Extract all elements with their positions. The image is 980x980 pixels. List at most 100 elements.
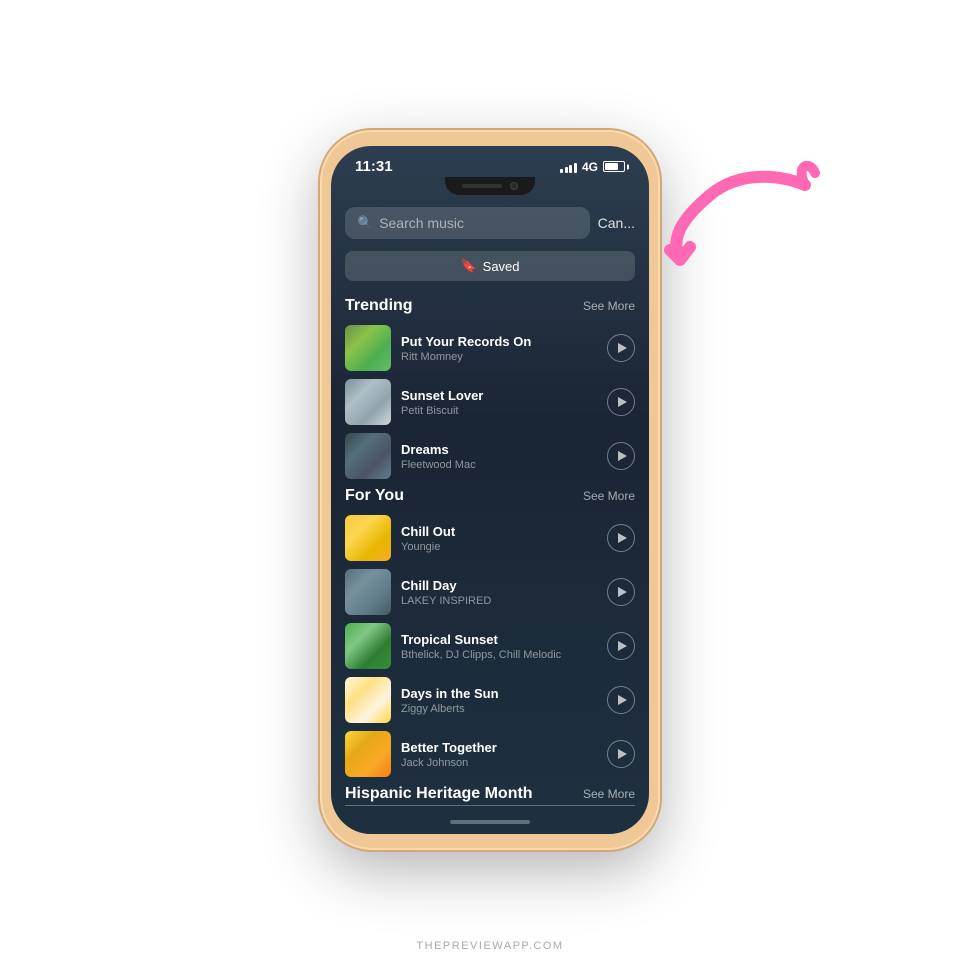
notch [445,177,535,195]
play-button-5[interactable] [607,578,635,606]
hispanic-heritage-title: Hispanic Heritage Month [345,785,533,803]
song-artwork-8 [345,731,391,777]
search-bar[interactable]: 🔍 Search music [345,207,590,239]
status-bar: 11:31 4G [331,146,649,181]
notch-area [331,177,649,195]
song-artwork-3 [345,433,391,479]
song-artist-1: Ritt Momney [401,351,597,363]
trending-title: Trending [345,297,413,315]
watermark: THEPREVIEWAPP.COM [416,940,563,952]
artwork-placeholder-5 [345,569,391,615]
notch-camera [510,182,518,190]
song-artwork-7 [345,677,391,723]
signal-bar-2 [565,167,568,173]
song-info-4: Chill Out Youngie [401,524,597,553]
hispanic-heritage-see-more[interactable]: See More [583,787,635,801]
song-title-1: Put Your Records On [401,334,597,349]
song-title-8: Better Together [401,740,597,755]
play-icon-2 [618,397,627,407]
song-title-7: Days in the Sun [401,686,597,701]
song-artist-fleetwood: Fleetwood Mac [401,459,597,471]
song-item[interactable]: Tropical Sunset Bthelick, DJ Clipps, Chi… [345,623,635,669]
artwork-placeholder-1 [345,325,391,371]
signal-bar-4 [574,163,577,173]
for-you-see-more[interactable]: See More [583,489,635,503]
status-time: 11:31 [355,158,393,175]
home-indicator [450,820,530,824]
trending-see-more[interactable]: See More [583,299,635,313]
song-info-2: Sunset Lover Petit Biscuit [401,388,597,417]
play-button-7[interactable] [607,686,635,714]
search-icon: 🔍 [357,215,373,231]
screen: 11:31 4G [331,146,649,834]
status-4g: 4G [582,160,598,174]
app-content: 🔍 Search music Can... 🔖 Saved Trendin [331,199,649,834]
song-info-6: Tropical Sunset Bthelick, DJ Clipps, Chi… [401,632,597,661]
song-artist-2: Petit Biscuit [401,405,597,417]
bookmark-icon: 🔖 [460,258,476,274]
song-info-8: Better Together Jack Johnson [401,740,597,769]
song-item[interactable]: Better Together Jack Johnson [345,731,635,777]
play-button-3[interactable] [607,442,635,470]
for-you-section-header: For You See More [345,487,635,505]
search-row: 🔍 Search music Can... [345,207,635,239]
song-item[interactable]: Put Your Records On Ritt Momney [345,325,635,371]
saved-button[interactable]: 🔖 Saved [345,251,635,281]
song-artist-6: Bthelick, DJ Clipps, Chill Melodic [401,649,597,661]
artwork-placeholder-8 [345,731,391,777]
song-title-dreams: Dreams [401,442,597,457]
song-title-5: Chill Day [401,578,597,593]
song-title-6: Tropical Sunset [401,632,597,647]
song-title-2: Sunset Lover [401,388,597,403]
song-artwork-2 [345,379,391,425]
scroll-content[interactable]: Trending See More Put Your Records On Ri… [331,289,649,814]
play-icon-1 [618,343,627,353]
artwork-placeholder-6 [345,623,391,669]
song-artist-8: Jack Johnson [401,757,597,769]
song-artist-7: Ziggy Alberts [401,703,597,715]
play-icon-8 [618,749,627,759]
song-item[interactable]: Dreams Fleetwood Mac [345,433,635,479]
signal-bar-3 [569,165,572,173]
saved-button-label: Saved [483,259,520,274]
play-button-4[interactable] [607,524,635,552]
song-artwork-5 [345,569,391,615]
song-artwork-6 [345,623,391,669]
song-item[interactable]: Sunset Lover Petit Biscuit [345,379,635,425]
song-info-7: Days in the Sun Ziggy Alberts [401,686,597,715]
song-artist-4: Youngie [401,541,597,553]
play-button-1[interactable] [607,334,635,362]
search-placeholder: Search music [379,215,464,231]
page-wrapper: 11:31 4G [0,0,980,980]
song-title-4: Chill Out [401,524,597,539]
song-item[interactable]: Chill Day LAKEY INSPIRED [345,569,635,615]
play-button-8[interactable] [607,740,635,768]
status-icons: 4G [560,160,625,174]
for-you-title: For You [345,487,404,505]
song-info-1: Put Your Records On Ritt Momney [401,334,597,363]
artwork-placeholder-4 [345,515,391,561]
bottom-indicator [331,814,649,834]
play-button-2[interactable] [607,388,635,416]
play-icon-5 [618,587,627,597]
song-artwork-4 [345,515,391,561]
cancel-button[interactable]: Can... [598,215,635,231]
trending-section-header: Trending See More [345,297,635,315]
play-button-6[interactable] [607,632,635,660]
battery-icon [603,161,625,172]
play-icon-3 [618,451,627,461]
artwork-placeholder-2 [345,379,391,425]
phone-frame: 11:31 4G [320,130,660,850]
song-info-3: Dreams Fleetwood Mac [401,442,597,471]
search-area: 🔍 Search music Can... [331,199,649,247]
signal-bars [560,161,577,173]
play-icon-7 [618,695,627,705]
song-item[interactable]: Days in the Sun Ziggy Alberts [345,677,635,723]
notch-speaker [462,184,502,188]
artwork-placeholder-7 [345,677,391,723]
artwork-placeholder-3 [345,433,391,479]
song-item[interactable]: Chill Out Youngie [345,515,635,561]
play-icon-6 [618,641,627,651]
song-artwork-1 [345,325,391,371]
play-icon-4 [618,533,627,543]
